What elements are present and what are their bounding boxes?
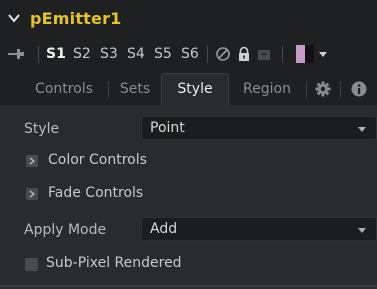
- tab-region[interactable]: Region: [232, 74, 302, 104]
- style-dropdown[interactable]: Point: [141, 116, 377, 140]
- tab-sets[interactable]: Sets: [112, 74, 158, 104]
- node-toolbar: S1 S2 S3 S4 S5 S6: [0, 41, 377, 67]
- apply-mode-value: Add: [150, 221, 178, 237]
- version-slot-s3[interactable]: S3: [100, 45, 118, 63]
- fade-controls-label[interactable]: Fade Controls: [48, 185, 143, 201]
- tab-separator: [340, 81, 341, 98]
- tab-style[interactable]: Style: [161, 73, 229, 105]
- tab-controls[interactable]: Controls: [24, 74, 104, 104]
- pin-icon[interactable]: [8, 48, 24, 60]
- reset-icon[interactable]: [256, 46, 272, 62]
- swatch-secondary: [305, 45, 314, 63]
- tab-separator: [306, 81, 307, 98]
- toolbar-separator: [207, 46, 208, 63]
- chevron-down-icon[interactable]: [8, 12, 20, 24]
- subpixel-checkbox[interactable]: [25, 258, 38, 271]
- tab-bar: Controls Sets Style Region: [0, 67, 377, 105]
- section-divider: [0, 285, 377, 287]
- subpixel-label[interactable]: Sub-Pixel Rendered: [46, 255, 182, 271]
- node-header: pEmitter1: [0, 0, 377, 44]
- toolbar-separator: [282, 46, 283, 63]
- color-controls-expander[interactable]: [26, 155, 38, 167]
- lock-icon[interactable]: [236, 46, 252, 62]
- version-slot-s4[interactable]: S4: [127, 45, 145, 63]
- node-color-swatch[interactable]: [296, 45, 314, 63]
- inspector-panel: pEmitter1 S1 S2 S3 S4 S5 S6 Controls Set…: [0, 0, 377, 289]
- chevron-down-icon: [358, 228, 366, 233]
- swatch-primary: [296, 45, 305, 63]
- color-controls-label[interactable]: Color Controls: [48, 152, 147, 168]
- version-slot-s5[interactable]: S5: [154, 45, 172, 63]
- chevron-down-icon: [358, 127, 366, 132]
- info-icon[interactable]: [351, 81, 367, 97]
- gear-icon[interactable]: [315, 81, 331, 97]
- disable-icon[interactable]: [215, 46, 231, 62]
- toolbar-separator: [38, 46, 39, 63]
- apply-mode-dropdown[interactable]: Add: [141, 217, 377, 241]
- tab-separator: [108, 81, 109, 98]
- style-label: Style: [24, 121, 60, 137]
- version-slot-s6[interactable]: S6: [181, 45, 199, 63]
- fade-controls-expander[interactable]: [26, 188, 38, 200]
- swatch-dropdown-arrow[interactable]: [319, 52, 327, 57]
- chevron-right-icon: [29, 190, 35, 198]
- version-slot-s1[interactable]: S1: [46, 45, 66, 63]
- chevron-right-icon: [29, 157, 35, 165]
- node-title: pEmitter1: [30, 9, 122, 28]
- version-slot-s2[interactable]: S2: [73, 45, 91, 63]
- style-value: Point: [150, 120, 185, 136]
- apply-mode-label: Apply Mode: [24, 222, 107, 238]
